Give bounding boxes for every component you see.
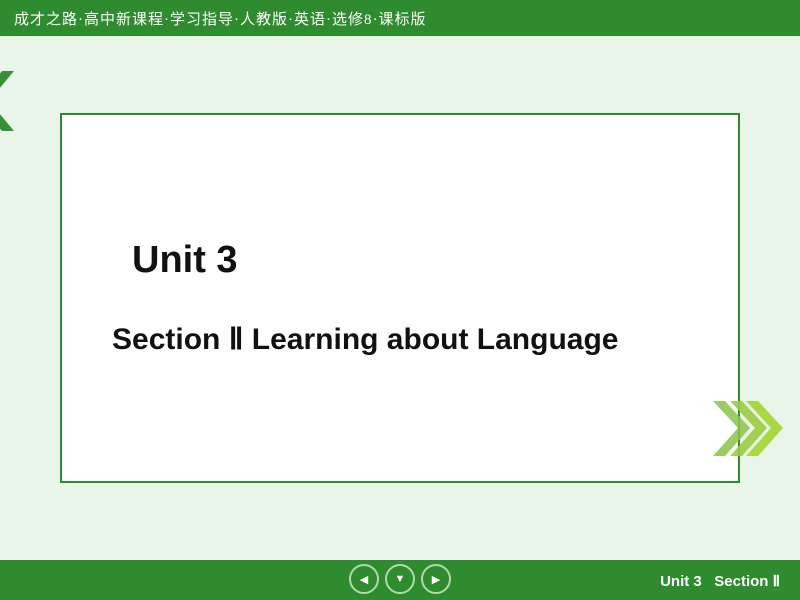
left-chevrons — [0, 66, 15, 136]
left-chevron-icon — [0, 66, 15, 136]
main-content: Unit 3 Section Ⅱ Learning about Language — [0, 36, 800, 560]
card: Unit 3 Section Ⅱ Learning about Language — [60, 113, 740, 483]
prev-button[interactable] — [349, 564, 379, 594]
next-button[interactable] — [421, 564, 451, 594]
right-chevron-icon — [708, 396, 793, 461]
nav-buttons — [349, 564, 451, 594]
bottom-section-text: Section Ⅱ — [714, 573, 780, 590]
bottom-bar: Unit 3 Section Ⅱ — [0, 560, 800, 600]
home-button[interactable] — [385, 564, 415, 594]
top-bar-title: 成才之路·高中新课程·学习指导·人教版·英语·选修8·课标版 — [14, 8, 426, 29]
section-title: Section Ⅱ Learning about Language — [112, 322, 618, 357]
unit-title: Unit 3 — [132, 239, 238, 282]
top-bar: 成才之路·高中新课程·学习指导·人教版·英语·选修8·课标版 — [0, 0, 800, 36]
right-chevrons — [708, 396, 793, 461]
bottom-unit-text: Unit 3 — [660, 573, 702, 590]
bottom-right-label: Unit 3 Section Ⅱ — [660, 572, 780, 590]
